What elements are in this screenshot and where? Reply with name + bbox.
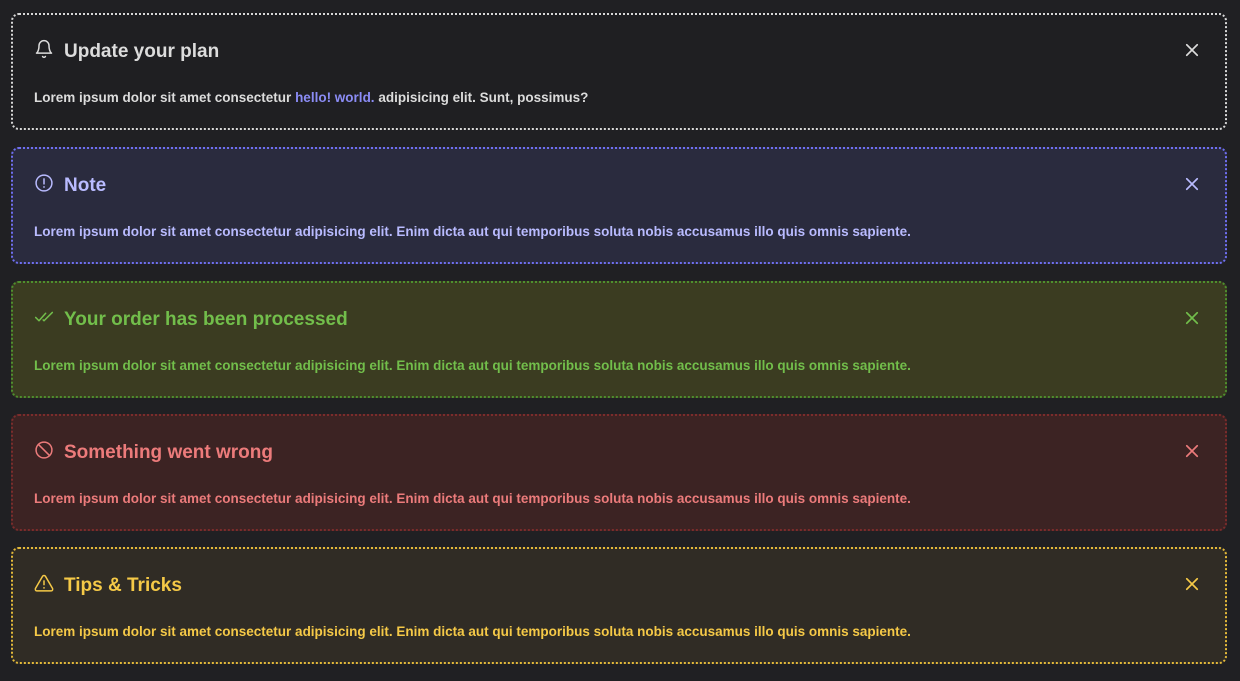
alert-title: Note [64, 175, 107, 196]
alert-update-plan: Update your plan Lorem ipsum dolor sit a… [11, 13, 1227, 130]
close-icon[interactable] [1183, 41, 1201, 59]
alert-body: Lorem ipsum dolor sit amet consectetur a… [34, 491, 911, 506]
alert-success: Your order has been processed Lorem ipsu… [11, 281, 1227, 398]
info-circle-icon [34, 173, 54, 193]
alert-note: Note Lorem ipsum dolor sit amet consecte… [11, 147, 1227, 264]
ban-icon [34, 440, 54, 460]
close-icon[interactable] [1183, 442, 1201, 460]
close-icon[interactable] [1183, 175, 1201, 193]
alert-body-text: adipisicing elit. Sunt, possimus? [374, 90, 589, 105]
close-icon[interactable] [1183, 575, 1201, 593]
alert-warning: Tips & Tricks Lorem ipsum dolor sit amet… [11, 547, 1227, 664]
alert-title: Something went wrong [64, 442, 273, 463]
alert-title: Update your plan [64, 41, 220, 62]
alert-body: Lorem ipsum dolor sit amet consectetur a… [34, 624, 911, 639]
alert-body-text: Lorem ipsum dolor sit amet consectetur [34, 90, 296, 105]
warning-triangle-icon [34, 573, 54, 593]
alert-error: Something went wrong Lorem ipsum dolor s… [11, 414, 1227, 531]
close-icon[interactable] [1183, 309, 1201, 327]
double-check-icon [34, 307, 54, 327]
bell-icon [34, 39, 54, 59]
alert-title: Your order has been processed [64, 309, 348, 330]
alert-body: Lorem ipsum dolor sit amet consectetur h… [34, 89, 588, 107]
alert-body: Lorem ipsum dolor sit amet consectetur a… [34, 224, 911, 239]
alert-link[interactable]: hello! world. [295, 90, 375, 105]
alert-body: Lorem ipsum dolor sit amet consectetur a… [34, 358, 911, 373]
alert-stack: Update your plan Lorem ipsum dolor sit a… [0, 0, 1240, 681]
alert-title: Tips & Tricks [64, 575, 182, 596]
